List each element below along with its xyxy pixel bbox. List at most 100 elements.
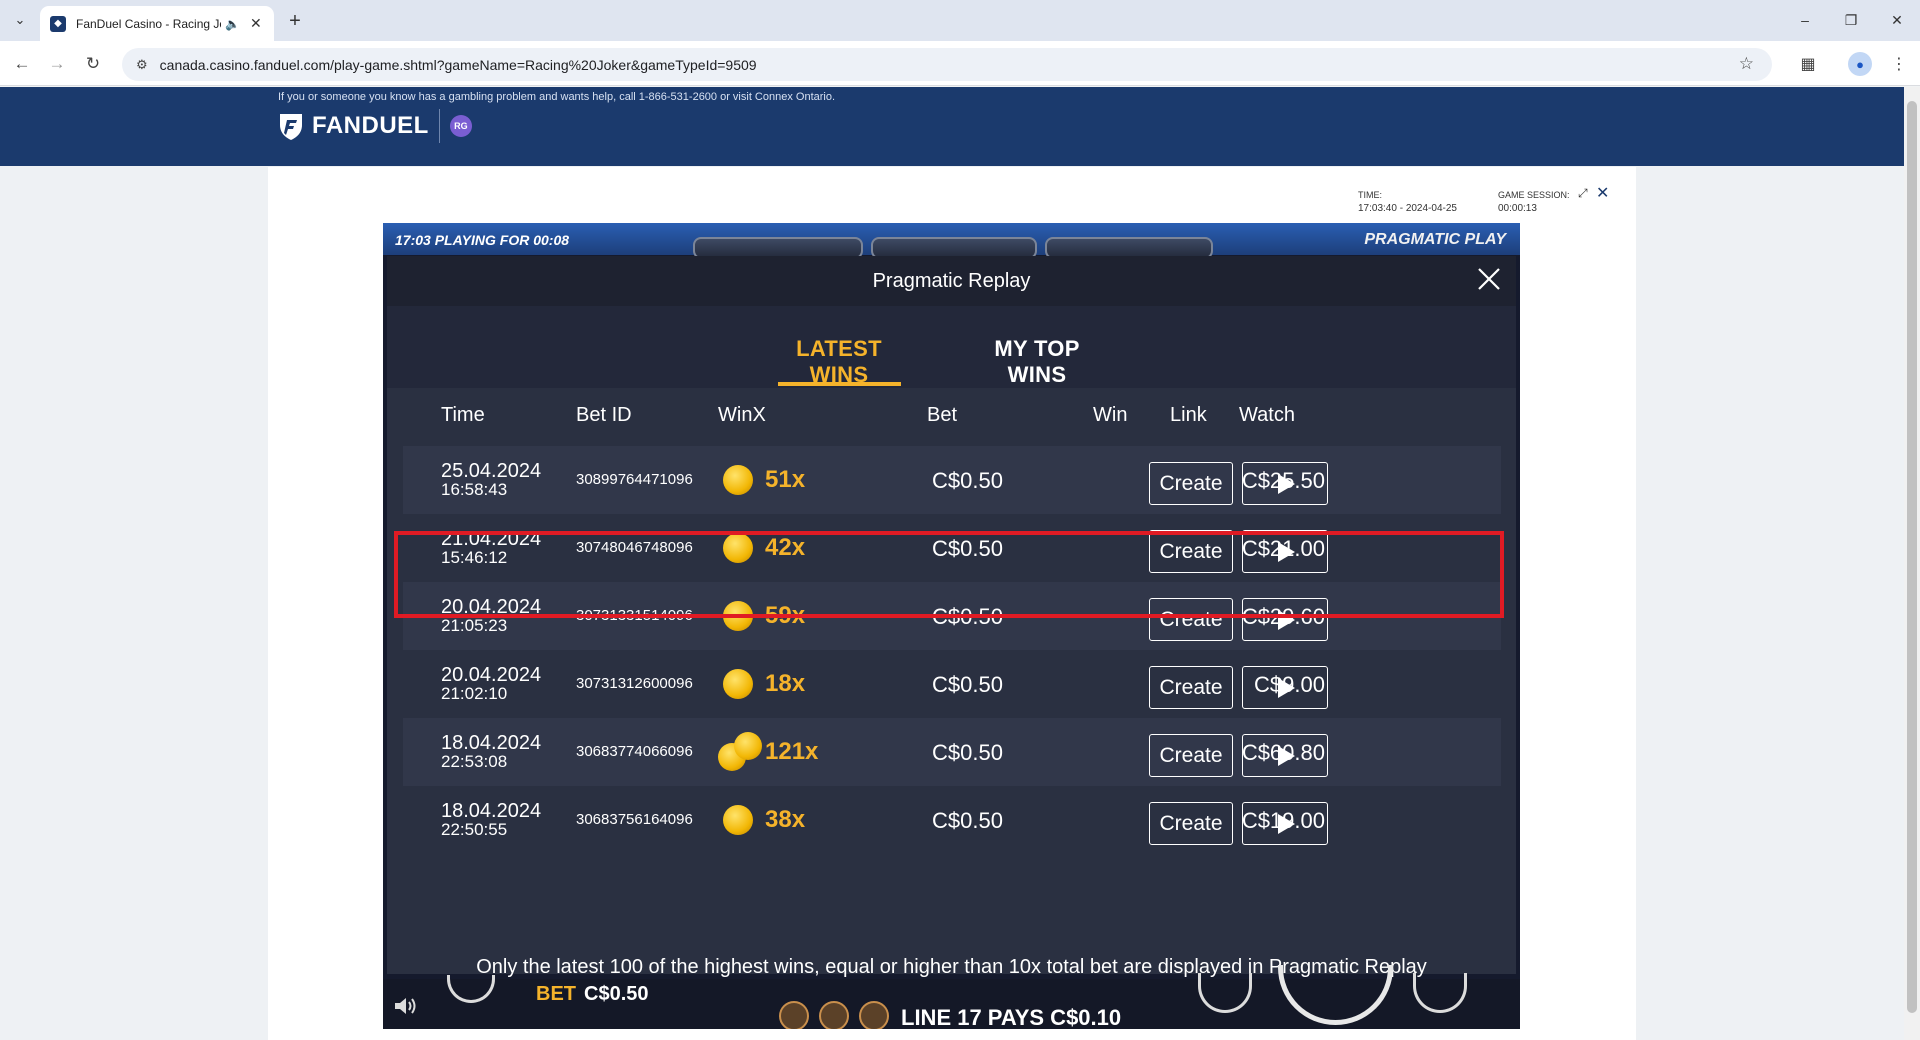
symbol-icon xyxy=(779,1001,809,1029)
column-header-watch: Watch xyxy=(1239,404,1295,426)
table-row: 18.04.2024 22:53:08 30683774066096 121x … xyxy=(403,718,1501,786)
fanduel-favicon-icon: ◆ xyxy=(50,15,66,32)
address-bar[interactable]: ⚙ canada.casino.fanduel.com/play-game.sh… xyxy=(122,48,1772,81)
column-header-bet: Bet xyxy=(927,404,958,426)
scrollbar-thumb[interactable] xyxy=(1907,101,1917,1013)
column-header-link: Link xyxy=(1170,404,1207,426)
row-time: 22:53:08 xyxy=(441,752,508,771)
gold-coins-icon xyxy=(734,732,762,760)
bet-display: BET C$0.50 xyxy=(536,983,649,1006)
info-button-ring[interactable] xyxy=(447,975,495,1003)
modal-close-icon[interactable] xyxy=(1474,264,1504,294)
watch-replay-button[interactable] xyxy=(1242,462,1328,505)
forward-arrow-icon[interactable]: → xyxy=(44,51,70,77)
play-icon xyxy=(1278,677,1295,698)
game-session-label: GAME SESSION: xyxy=(1498,190,1570,200)
row-bet: C$0.50 xyxy=(932,740,1003,765)
responsible-gambling-notice: If you or someone you know has a gamblin… xyxy=(278,91,836,103)
page-viewport: If you or someone you know has a gamblin… xyxy=(0,87,1904,1040)
fanduel-logo[interactable]: FANDUEL RG xyxy=(278,109,472,143)
create-link-button[interactable]: Create xyxy=(1149,462,1233,505)
row-winx: 51x xyxy=(765,466,806,493)
bet-minus-button[interactable] xyxy=(1198,973,1252,1013)
reload-icon[interactable]: ↻ xyxy=(80,51,106,77)
create-link-button[interactable]: Create xyxy=(1149,734,1233,777)
rg-badge[interactable]: RG xyxy=(449,115,472,137)
row-time: 16:58:43 xyxy=(441,480,508,499)
game-session: GAME SESSION: 00:00:13 xyxy=(1498,189,1570,215)
bet-label: BET xyxy=(536,983,576,1005)
audio-playing-icon[interactable]: 🔈 xyxy=(225,17,240,31)
close-game-icon[interactable]: ✕ xyxy=(1596,183,1609,203)
row-bet: C$0.50 xyxy=(932,808,1003,833)
fanduel-shield-icon xyxy=(280,114,302,140)
row-date: 20.04.2024 xyxy=(441,664,542,686)
modal-header: Pragmatic Replay xyxy=(387,256,1516,306)
replay-tabs: LATEST WINS MY TOP WINS xyxy=(387,306,1516,388)
column-header-bet-id: Bet ID xyxy=(576,404,632,426)
session-time-value: 17:03:40 - 2024-04-25 xyxy=(1358,203,1457,214)
row-bet-id: 30683756164096 xyxy=(576,811,693,828)
bookmark-star-icon[interactable]: ☆ xyxy=(1739,54,1754,74)
session-time-label: TIME: xyxy=(1358,190,1382,200)
bet-value: C$0.50 xyxy=(584,983,649,1005)
tab-my-top-wins[interactable]: MY TOP WINS xyxy=(967,336,1107,388)
row-time: 22:50:55 xyxy=(441,820,508,839)
extensions-puzzle-icon[interactable]: ▦ xyxy=(1795,51,1821,77)
tab-latest-wins[interactable]: LATEST WINS xyxy=(778,336,900,388)
browser-toolbar: ← → ↻ ⚙ canada.casino.fanduel.com/play-g… xyxy=(0,41,1920,86)
sound-speaker-icon[interactable] xyxy=(393,995,419,1017)
modal-title: Pragmatic Replay xyxy=(872,270,1031,292)
gold-coin-icon xyxy=(723,669,753,699)
active-tab-underline xyxy=(778,382,901,386)
profile-avatar-icon[interactable]: ● xyxy=(1848,52,1872,76)
create-link-button[interactable]: Create xyxy=(1149,666,1233,709)
gold-coin-icon xyxy=(723,465,753,495)
row-winx: 18x xyxy=(765,670,806,697)
window-close-icon[interactable]: ✕ xyxy=(1882,8,1912,32)
browser-tabstrip: ⌄ ◆ FanDuel Casino - Racing Joker 🔈 ✕ + … xyxy=(0,0,1920,41)
browser-tab-active[interactable]: ◆ FanDuel Casino - Racing Joker 🔈 ✕ xyxy=(40,6,274,41)
site-info-icon[interactable]: ⚙ xyxy=(136,57,148,73)
line-pays-text: LINE 17 PAYS C$0.10 xyxy=(901,1005,1122,1029)
tab-close-icon[interactable]: ✕ xyxy=(250,15,262,32)
table-row: 20.04.2024 21:02:10 30731312600096 18x C… xyxy=(403,650,1501,718)
logo-divider xyxy=(438,109,440,143)
session-time: TIME: 17:03:40 - 2024-04-25 xyxy=(1358,189,1457,215)
row-date: 25.04.2024 xyxy=(441,460,542,482)
game-bottom-bar: BET C$0.50 LINE 17 PAYS C$0.10 xyxy=(383,965,1520,1029)
autoplay-button[interactable] xyxy=(1413,973,1467,1013)
row-date: 18.04.2024 xyxy=(441,732,542,754)
expand-icon[interactable]: ⤢ xyxy=(1578,186,1588,201)
new-tab-plus-icon[interactable]: + xyxy=(282,8,308,34)
back-arrow-icon[interactable]: ← xyxy=(9,51,35,77)
play-icon xyxy=(1278,813,1295,834)
row-winx: 121x xyxy=(765,738,819,765)
url-text: canada.casino.fanduel.com/play-game.shtm… xyxy=(159,56,757,73)
minimize-icon[interactable]: – xyxy=(1790,8,1820,32)
page-scrollbar[interactable] xyxy=(1904,87,1920,1040)
watch-replay-button[interactable] xyxy=(1242,802,1328,845)
spin-button[interactable] xyxy=(1278,965,1393,1025)
game-frame: 17:03 PLAYING FOR 00:08 PRAGMATIC PLAY P… xyxy=(383,223,1520,1029)
row-bet-id: 30731312600096 xyxy=(576,675,693,692)
symbol-icon xyxy=(819,1001,849,1029)
menu-kebab-icon[interactable]: ⋮ xyxy=(1886,51,1912,77)
highlighted-row-outline xyxy=(394,531,1504,618)
create-link-button[interactable]: Create xyxy=(1149,802,1233,845)
tab-title: FanDuel Casino - Racing Joker xyxy=(76,16,221,31)
game-top-bar: 17:03 PLAYING FOR 00:08 PRAGMATIC PLAY xyxy=(383,223,1520,259)
row-date: 18.04.2024 xyxy=(441,800,542,822)
restore-icon[interactable]: ❐ xyxy=(1836,8,1866,32)
watch-replay-button[interactable] xyxy=(1242,666,1328,709)
game-clock: 17:03 PLAYING FOR 00:08 xyxy=(395,232,570,248)
tab-search-chevron-icon[interactable]: ⌄ xyxy=(8,8,32,32)
symbol-icon xyxy=(859,1001,889,1029)
column-header-winx: WinX xyxy=(718,404,766,426)
watch-replay-button[interactable] xyxy=(1242,734,1328,777)
row-bet: C$0.50 xyxy=(932,672,1003,697)
row-time: 21:02:10 xyxy=(441,684,508,703)
row-winx: 38x xyxy=(765,806,806,833)
gold-coin-icon xyxy=(723,805,753,835)
row-bet-id: 30899764471096 xyxy=(576,471,693,488)
